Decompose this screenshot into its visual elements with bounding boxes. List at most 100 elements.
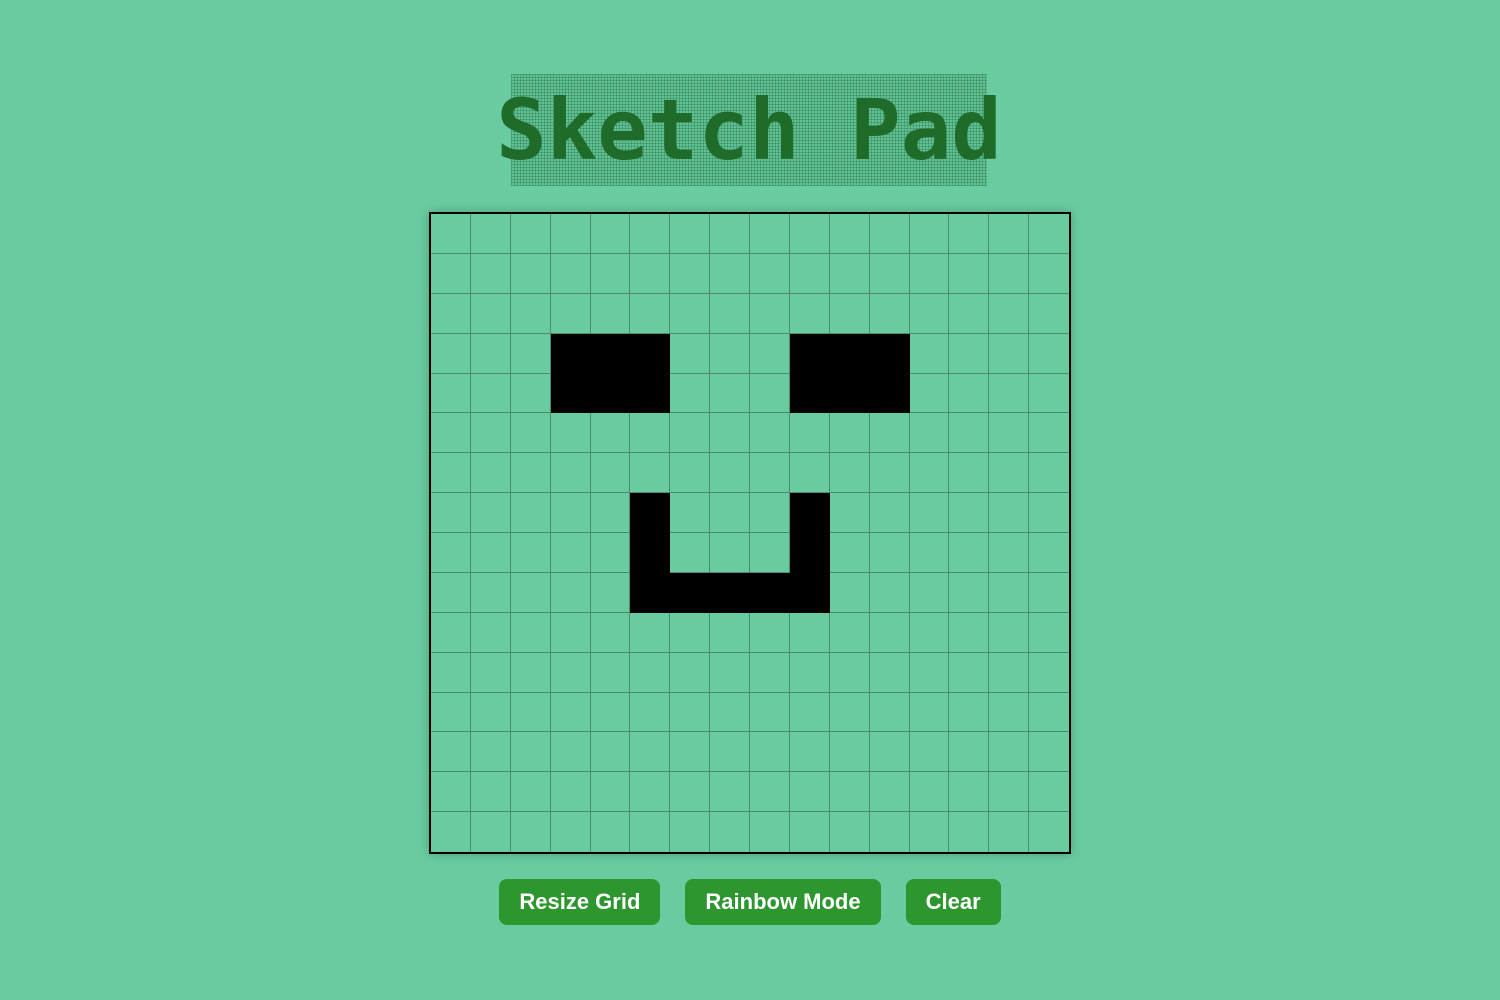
grid-cell[interactable] (750, 253, 790, 294)
grid-cell[interactable] (829, 453, 870, 494)
grid-cell[interactable] (870, 812, 910, 852)
grid-cell[interactable] (829, 293, 870, 334)
grid-cell[interactable] (470, 612, 511, 653)
grid-cell[interactable] (590, 692, 631, 733)
grid-cell[interactable] (949, 373, 990, 414)
grid-cell[interactable] (1029, 573, 1069, 613)
grid-cell[interactable] (590, 612, 631, 653)
grid-cell[interactable] (590, 413, 631, 454)
grid-cell[interactable] (510, 333, 551, 374)
grid-cell[interactable] (590, 732, 631, 773)
grid-cell[interactable] (670, 333, 711, 374)
grid-cell[interactable] (1029, 732, 1069, 773)
grid-cell[interactable] (869, 772, 910, 813)
grid-cell[interactable] (431, 453, 471, 494)
grid-cell[interactable] (949, 493, 990, 533)
grid-cell[interactable] (790, 812, 830, 852)
grid-cell[interactable] (510, 493, 551, 533)
grid-cell[interactable] (471, 812, 511, 852)
grid-cell[interactable] (470, 652, 511, 693)
grid-cell[interactable] (590, 253, 631, 294)
grid-cell[interactable] (869, 732, 910, 773)
grid-cell[interactable] (1029, 334, 1069, 374)
grid-cell[interactable] (670, 692, 711, 733)
grid-cell[interactable] (989, 652, 1030, 693)
grid-cell[interactable] (710, 533, 750, 573)
clear-button[interactable]: Clear (905, 879, 1001, 925)
grid-cell[interactable] (670, 214, 711, 254)
grid-cell[interactable] (431, 533, 471, 573)
grid-cell[interactable] (949, 453, 990, 494)
grid-cell[interactable] (909, 732, 950, 773)
grid-cell[interactable] (1029, 374, 1069, 414)
grid-cell[interactable] (829, 333, 870, 374)
grid-cell[interactable] (590, 373, 631, 414)
grid-cell[interactable] (470, 333, 511, 374)
grid-cell[interactable] (989, 373, 1030, 414)
grid-cell[interactable] (1029, 533, 1069, 573)
grid-cell[interactable] (909, 293, 950, 334)
grid-cell[interactable] (630, 373, 671, 414)
grid-cell[interactable] (710, 214, 750, 254)
grid-cell[interactable] (510, 533, 551, 573)
grid-cell[interactable] (949, 692, 990, 733)
grid-cell[interactable] (989, 612, 1030, 653)
grid-cell[interactable] (989, 772, 1030, 813)
grid-cell[interactable] (949, 572, 990, 613)
grid-cell[interactable] (510, 413, 551, 454)
grid-cell[interactable] (710, 572, 750, 613)
grid-cell[interactable] (550, 652, 591, 693)
grid-cell[interactable] (869, 493, 910, 533)
grid-cell[interactable] (789, 493, 830, 533)
grid-cell[interactable] (670, 812, 711, 852)
grid-cell[interactable] (829, 732, 870, 773)
grid-cell[interactable] (750, 333, 790, 374)
grid-cell[interactable] (909, 493, 950, 533)
grid-cell[interactable] (590, 293, 631, 334)
grid-cell[interactable] (750, 493, 790, 533)
grid-cell[interactable] (1029, 653, 1069, 693)
grid-cell[interactable] (710, 652, 750, 693)
grid-cell[interactable] (431, 652, 471, 693)
grid-cell[interactable] (750, 772, 790, 813)
grid-cell[interactable] (550, 413, 591, 454)
grid-cell[interactable] (431, 333, 471, 374)
grid-cell[interactable] (550, 772, 591, 813)
grid-cell[interactable] (789, 214, 830, 254)
resize-grid-button[interactable]: Resize Grid (499, 879, 661, 925)
grid-cell[interactable] (909, 533, 950, 573)
grid-cell[interactable] (989, 293, 1030, 334)
grid-cell[interactable] (989, 812, 1030, 852)
grid-cell[interactable] (789, 373, 830, 414)
grid-cell[interactable] (670, 572, 711, 613)
grid-cell[interactable] (670, 732, 711, 773)
grid-cell[interactable] (590, 533, 631, 573)
grid-cell[interactable] (470, 214, 511, 254)
grid-cell[interactable] (789, 533, 830, 573)
grid-cell[interactable] (1029, 214, 1069, 254)
grid-cell[interactable] (829, 572, 870, 613)
grid-cell[interactable] (470, 533, 511, 573)
grid-cell[interactable] (431, 373, 471, 414)
grid-cell[interactable] (710, 772, 750, 813)
grid-cell[interactable] (431, 493, 471, 533)
grid-cell[interactable] (1029, 613, 1069, 653)
grid-cell[interactable] (431, 732, 471, 773)
grid-cell[interactable] (750, 652, 790, 693)
grid-cell[interactable] (869, 293, 910, 334)
grid-cell[interactable] (1029, 812, 1069, 852)
grid-cell[interactable] (550, 493, 591, 533)
grid-cell[interactable] (869, 333, 910, 374)
grid-cell[interactable] (431, 772, 471, 813)
grid-cell[interactable] (789, 732, 830, 773)
grid-cell[interactable] (510, 373, 551, 414)
grid-cell[interactable] (909, 333, 950, 374)
grid-cell[interactable] (750, 572, 790, 613)
grid-cell[interactable] (909, 214, 950, 254)
grid-cell[interactable] (630, 533, 671, 573)
grid-cell[interactable] (869, 572, 910, 613)
grid-cell[interactable] (590, 572, 631, 613)
grid-cell[interactable] (949, 214, 990, 254)
grid-cell[interactable] (750, 812, 790, 852)
grid-cell[interactable] (470, 453, 511, 494)
